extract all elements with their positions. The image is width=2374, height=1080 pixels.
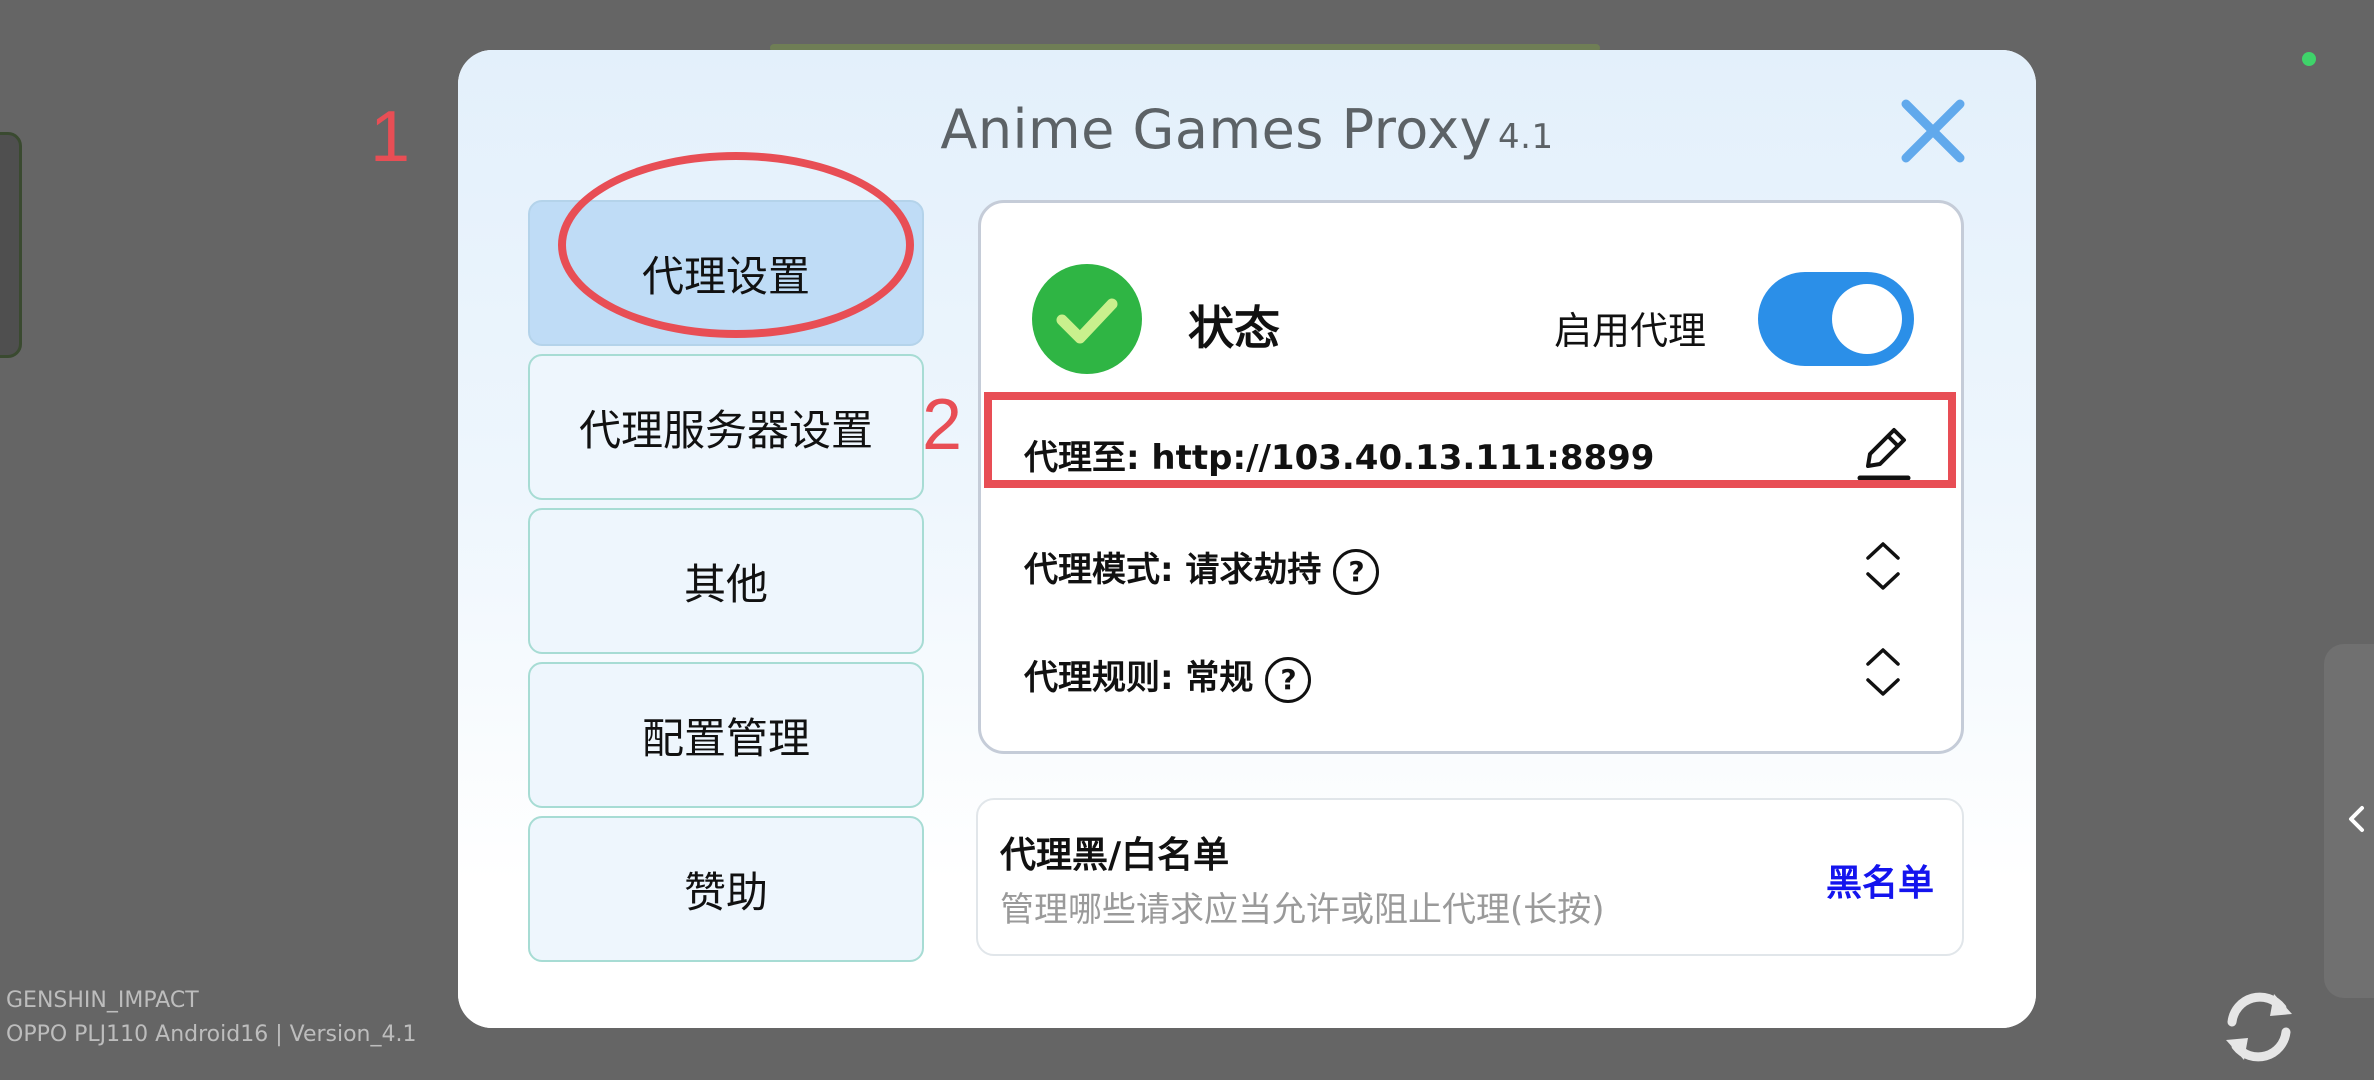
footer-device: OPPO PLJ110 Android16 | Version_4.1 xyxy=(6,1022,417,1047)
proxy-rule-row[interactable]: 代理规则: 常规? xyxy=(1024,650,1312,703)
status-ok-icon xyxy=(1032,264,1142,374)
chevron-left-icon xyxy=(2349,806,2364,832)
annotation-highlight-box xyxy=(984,392,1956,488)
annotation-number-2: 2 xyxy=(922,385,963,465)
footer-info: GENSHIN_IMPACT OPPO PLJ110 Android16 | V… xyxy=(6,984,417,1052)
toggle-knob xyxy=(1832,284,1902,354)
proxy-list-title: 代理黑/白名单 xyxy=(1000,835,1230,876)
refresh-icon[interactable] xyxy=(2218,986,2300,1068)
app-version: 4.1 xyxy=(1498,117,1554,157)
up-down-chevron-icon[interactable] xyxy=(1860,536,1906,596)
enable-proxy-toggle[interactable] xyxy=(1758,272,1914,366)
proxy-rule-text: 代理规则: 常规 xyxy=(1024,658,1254,698)
annotation-number-1: 1 xyxy=(370,97,411,177)
close-icon[interactable] xyxy=(1898,96,1968,166)
annotation-circle xyxy=(558,152,914,338)
proxy-mode-text: 代理模式: 请求劫持 xyxy=(1024,550,1322,590)
nav-config-management[interactable]: 配置管理 xyxy=(528,662,924,808)
help-icon[interactable]: ? xyxy=(1265,656,1312,703)
indicator-dot xyxy=(2302,52,2316,66)
nav-other[interactable]: 其他 xyxy=(528,508,924,654)
background-side-tab xyxy=(0,132,22,358)
proxy-list-description: 管理哪些请求应当允许或阻止代理(长按) xyxy=(1000,890,1605,930)
dialog-title: Anime Games Proxy 4.1 xyxy=(458,98,2036,161)
nav-sponsor[interactable]: 赞助 xyxy=(528,816,924,962)
status-label: 状态 xyxy=(1188,301,1280,355)
enable-proxy-label: 启用代理 xyxy=(1554,309,1707,353)
list-mode-link[interactable]: 黑名单 xyxy=(1826,854,1934,906)
up-down-chevron-icon[interactable] xyxy=(1860,642,1906,702)
side-drawer-handle[interactable] xyxy=(2324,644,2374,998)
footer-game: GENSHIN_IMPACT xyxy=(6,988,199,1013)
app-name: Anime Games Proxy xyxy=(940,98,1493,161)
proxy-mode-row[interactable]: 代理模式: 请求劫持? xyxy=(1024,542,1380,595)
nav-proxy-server-settings[interactable]: 代理服务器设置 xyxy=(528,354,924,500)
help-icon[interactable]: ? xyxy=(1333,548,1380,595)
